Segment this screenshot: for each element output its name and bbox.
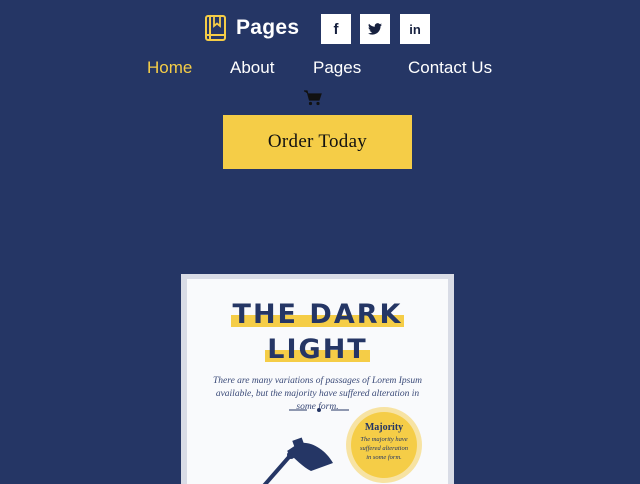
brand-logo[interactable]: Pages	[204, 14, 299, 42]
book-cover-image: THE DARK LIGHT There are many variations…	[181, 274, 454, 484]
site-header: Pages f in	[0, 0, 640, 60]
nav-home[interactable]: Home	[147, 58, 192, 78]
linkedin-button[interactable]: in	[400, 14, 430, 44]
book-title-line-1: THE DARK	[230, 299, 405, 330]
cart-icon[interactable]	[304, 90, 322, 106]
facebook-button[interactable]: f	[321, 14, 351, 44]
nav-pages[interactable]: Pages	[313, 58, 361, 78]
order-today-button[interactable]: Order Today	[223, 115, 412, 169]
brand-name: Pages	[236, 16, 300, 39]
book-page: THE DARK LIGHT There are many variations…	[187, 279, 448, 484]
lamp-icon	[262, 437, 333, 484]
nav-contact[interactable]: Contact Us	[408, 58, 492, 78]
twitter-icon	[368, 23, 382, 35]
linkedin-icon: in	[409, 21, 421, 37]
majority-badge: Majority The majority have suffered alte…	[351, 412, 417, 478]
nav-about[interactable]: About	[230, 58, 274, 78]
book-icon	[205, 15, 226, 41]
badge-text: The majority have suffered alteration in…	[360, 436, 408, 461]
main-nav: Home About Pages Contact Us	[0, 58, 640, 82]
twitter-button[interactable]	[360, 14, 390, 44]
book-title-line-2: LIGHT	[265, 334, 371, 365]
badge-title: Majority	[364, 422, 404, 433]
divider-ornament	[289, 408, 349, 412]
facebook-icon: f	[333, 20, 339, 38]
